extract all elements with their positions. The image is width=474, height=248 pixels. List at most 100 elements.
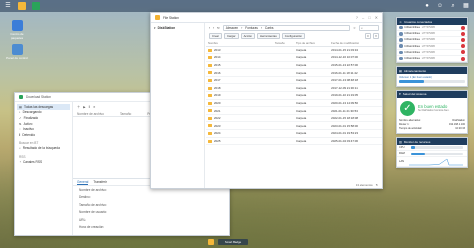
health-subtitle: Su DiskStation funciona bien. <box>418 109 450 113</box>
download-station-sidebar: ▤ Todas las descargas ↓ Descargando ✓ Final… <box>15 102 73 235</box>
desktop-icon-control-panel[interactable]: Panel de control <box>6 44 28 60</box>
table-row[interactable]: 2016 Carpeta 2016-01-11 18:11:42 <box>206 68 382 77</box>
file-toolbar: Crear Cargar Acción Herramientas Configu… <box>206 32 382 40</box>
file-station-taskbar-icon[interactable] <box>18 2 26 10</box>
tab-general[interactable]: General <box>77 180 89 185</box>
breadcrumb-item[interactable]: Fonturas <box>245 26 258 30</box>
download-station-taskbar-icon[interactable] <box>32 2 40 10</box>
column-header[interactable]: Tamaño <box>120 112 131 116</box>
file-station-app-icon <box>155 15 160 20</box>
add-icon[interactable]: ＋ <box>77 104 80 109</box>
control-panel-icon <box>11 44 23 55</box>
search-input[interactable]: ⌕ <box>359 24 379 31</box>
pause-icon[interactable]: ‖ <box>89 105 90 109</box>
refresh-icon[interactable]: ↻ <box>376 183 378 187</box>
network-graph <box>409 158 463 166</box>
resource-monitor-widget: ▥ Monitor de recursos CPU RAM LAN <box>396 137 468 169</box>
table-row[interactable]: 2024 Carpeta 2024-01-01 19:53:23 <box>206 129 382 138</box>
tools-button[interactable]: Herramientas <box>256 33 280 39</box>
item-count: 13 elementos <box>355 182 373 187</box>
kick-user-button[interactable] <box>461 56 465 61</box>
file-station-titlebar[interactable]: File Station ? – □ ✕ <box>151 13 382 23</box>
active-icon: ⇅ <box>19 121 22 126</box>
widget-header: ▥ Monitor de recursos <box>397 138 467 146</box>
tab-transfer[interactable]: Transferir <box>93 180 107 184</box>
check-icon: ✓ <box>19 115 22 120</box>
kick-user-button[interactable] <box>461 50 465 55</box>
taskbar-user-badge[interactable]: Smart Badge <box>218 239 248 245</box>
sidebar-item-bt-results[interactable]: ⌕ Resultado de la búsqueda <box>17 146 70 152</box>
sidebar-item-rss[interactable]: ◔ Canales RSS <box>17 159 70 165</box>
avatar <box>399 38 403 42</box>
resume-icon[interactable]: ▶ <box>83 105 85 109</box>
forward-icon[interactable]: › <box>213 26 214 30</box>
close-icon[interactable]: ✕ <box>375 15 378 20</box>
widget-header: ▤ Almacenamiento <box>397 67 467 75</box>
file-table: Nombre Tamaño Tipo de archivo Fecha de m… <box>206 40 382 146</box>
file-station-footer: 13 elementos ↻ <box>206 181 382 188</box>
table-row[interactable]: 2020 Carpeta 2020-01-13 14:09:56 <box>206 99 382 108</box>
back-icon[interactable]: ‹ <box>209 26 210 30</box>
sidebar-item-stopped[interactable]: ‖ Detenido <box>17 132 70 138</box>
rss-icon: ◔ <box>19 159 21 164</box>
filter-icon[interactable]: ▾ <box>373 33 379 39</box>
avatar <box>399 25 403 30</box>
user-icon[interactable]: ☺ <box>436 2 444 10</box>
maximize-icon[interactable]: □ <box>368 15 370 20</box>
table-row[interactable]: 2018 Carpeta 2017-12-09 21:30:11 <box>206 83 382 93</box>
top-menubar: ☰ ● ☺ ⌕ ▦ <box>0 0 474 12</box>
breadcrumb[interactable]: Almacen › Fonturas › Carbs <box>222 24 351 31</box>
notifications-icon[interactable]: ● <box>423 2 431 10</box>
kick-user-button[interactable] <box>461 44 465 49</box>
search-icon: ⌕ <box>19 146 21 151</box>
file-station-main: ‹ › ↻ Almacen › Fonturas › Carbs ☆ ⌕ Cre… <box>206 23 382 188</box>
table-row[interactable]: 2023 Carpeta 2023-01-01 15:58:00 <box>206 121 382 131</box>
create-button[interactable]: Crear <box>209 33 222 39</box>
star-icon[interactable]: ☆ <box>353 26 356 30</box>
path-bar: ‹ › ↻ Almacen › Fonturas › Carbs ☆ ⌕ <box>206 23 382 32</box>
table-row[interactable]: 2021 Carpeta 2021-01-11 21:30:53 <box>206 106 382 115</box>
breadcrumb-item[interactable]: Almacen <box>226 26 238 30</box>
list-item: brifisionhibea HTTP/SMB <box>397 56 467 63</box>
table-row[interactable]: 2025 Carpeta 2025-01-04 03:47:06 <box>206 137 382 146</box>
help-icon[interactable]: ? <box>356 15 358 20</box>
taskbar-app-icon[interactable] <box>208 239 214 245</box>
folder-icon <box>208 86 212 90</box>
health-icon: ♥ <box>399 92 401 97</box>
delete-icon[interactable]: ✕ <box>93 105 96 109</box>
search-icon[interactable]: ⌕ <box>449 2 457 10</box>
refresh-icon[interactable]: ↻ <box>217 26 220 30</box>
table-row[interactable]: 2015 Carpeta 2015-01-13 22:57:00 <box>206 61 382 70</box>
window-title: Download Station <box>26 95 51 99</box>
storage-widget: ▤ Almacenamiento Volumen 1 (En buen estad… <box>396 66 468 87</box>
file-station-window: File Station ? – □ ✕ ▾ DiskStation ‹ › ↻… <box>150 12 383 189</box>
table-row[interactable]: 2013 Carpeta 2014-01-15 21:03:34 <box>206 46 382 55</box>
folder-icon <box>208 132 212 136</box>
main-menu-icon[interactable]: ☰ <box>4 2 12 10</box>
column-header[interactable]: Nombre de archivo <box>77 112 104 116</box>
list-view-icon[interactable]: ≡ <box>365 33 371 39</box>
sidebar-item-diskstation[interactable]: ▾ DiskStation <box>154 26 201 30</box>
widgets-icon[interactable]: ▦ <box>462 2 470 10</box>
kick-user-button[interactable] <box>461 25 465 30</box>
breadcrumb-item[interactable]: Carbs <box>265 26 274 30</box>
check-icon: ✓ <box>400 100 415 116</box>
table-row[interactable]: 2022 Carpeta 2022-01-15 18:18:08 <box>206 114 382 123</box>
table-row[interactable]: 2014 Carpeta 2014-12-16 10:07:00 <box>206 53 382 62</box>
minimize-icon[interactable]: – <box>362 15 364 20</box>
inactive-icon: ◌ <box>19 127 21 132</box>
kick-user-button[interactable] <box>461 37 465 42</box>
pause-icon: ‖ <box>19 132 21 137</box>
settings-button[interactable]: Configuración <box>281 33 306 39</box>
kick-user-button[interactable] <box>461 31 465 36</box>
action-button[interactable]: Acción <box>240 33 255 39</box>
table-row[interactable]: 2019 Carpeta 2019-01-10 21:19:05 <box>206 91 382 100</box>
avatar <box>399 32 403 36</box>
upload-button[interactable]: Cargar <box>224 33 239 39</box>
folder-icon <box>208 109 212 113</box>
table-row[interactable]: 2017 Carpeta 2017-01-13 08:48:18 <box>206 76 382 85</box>
download-icon: ↓ <box>19 110 21 115</box>
ram-bar-fill <box>411 152 426 156</box>
desktop-icon-package-center[interactable]: Centro de paquetes <box>6 20 28 40</box>
folder-icon <box>208 139 212 143</box>
